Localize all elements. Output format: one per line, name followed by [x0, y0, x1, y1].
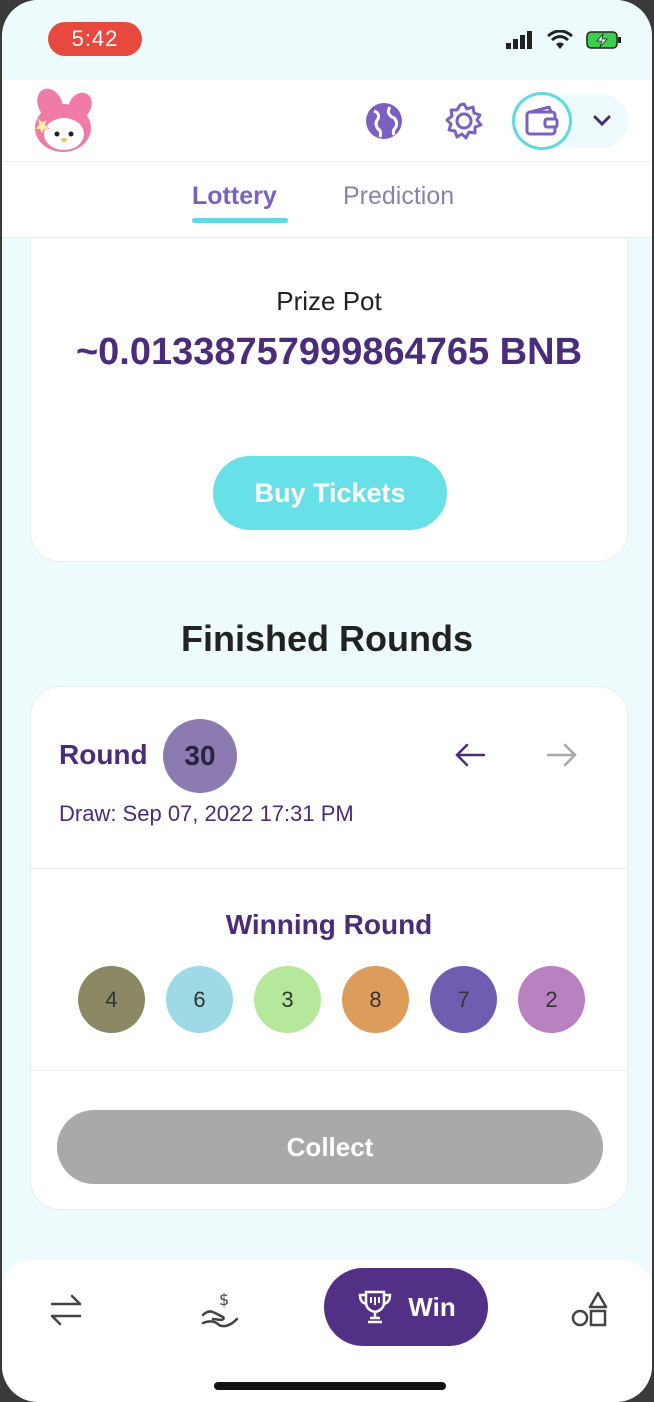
prize-pot-card: Prize Pot ~0.01338757999864765 BNB Buy T…: [30, 210, 628, 562]
my-melody-logo[interactable]: [28, 88, 98, 154]
divider: [31, 868, 627, 869]
status-time: 5:42: [48, 22, 142, 56]
prize-pot-value: ~0.01338757999864765 BNB: [75, 331, 583, 373]
draw-date: Draw: Sep 07, 2022 17:31 PM: [59, 801, 354, 826]
swap-icon[interactable]: [44, 1288, 88, 1332]
winning-round-title: Winning Round: [225, 909, 433, 940]
winning-ball: 3: [254, 966, 321, 1033]
divider: [31, 1070, 627, 1071]
status-icons: [506, 30, 622, 50]
winning-ball: 8: [342, 966, 409, 1033]
wallet-icon: [525, 106, 559, 136]
battery-charging-icon: [586, 31, 621, 49]
tab-lottery[interactable]: Lottery: [192, 182, 277, 211]
shapes-icon[interactable]: [568, 1288, 612, 1332]
tab-prediction[interactable]: Prediction: [343, 182, 454, 211]
finished-round-card: Round 30 Draw: Sep 07, 2022 17:31 PM Win…: [30, 686, 628, 1210]
winning-ball: 4: [78, 966, 145, 1033]
prize-pot-label: Prize Pot: [276, 286, 382, 316]
app-header: [2, 80, 652, 162]
arrow-right-icon[interactable]: [544, 737, 580, 773]
wallet-dropdown[interactable]: [510, 92, 628, 150]
phone-screen: 5:42 Prize Pot ~0.01338757999864765 BNB …: [2, 0, 652, 1402]
bottom-nav: $ Win: [2, 1260, 652, 1402]
win-nav-button[interactable]: Win: [324, 1268, 488, 1346]
winning-numbers: 4 6 3 8 7 2: [78, 966, 585, 1033]
win-nav-label: Win: [408, 1291, 456, 1322]
wifi-icon: [547, 30, 573, 49]
globe-icon[interactable]: [363, 100, 405, 142]
chevron-down-icon[interactable]: [590, 109, 614, 133]
winning-ball: 2: [518, 966, 585, 1033]
trophy-icon: [359, 1290, 392, 1324]
gear-icon[interactable]: [443, 100, 485, 142]
round-label: Round: [59, 739, 148, 770]
svg-text:$: $: [219, 1290, 229, 1309]
signal-icon: [506, 31, 532, 49]
winning-ball: 7: [430, 966, 497, 1033]
status-bar: 5:42: [2, 0, 652, 80]
finished-rounds-title: Finished Rounds: [181, 618, 473, 659]
home-indicator: [214, 1382, 446, 1390]
collect-button[interactable]: Collect: [57, 1110, 603, 1184]
round-number-badge[interactable]: 30: [163, 719, 237, 793]
tab-bar: Lottery Prediction: [2, 162, 652, 238]
winning-ball: 6: [166, 966, 233, 1033]
earn-icon[interactable]: $: [198, 1288, 242, 1332]
wallet-button[interactable]: [512, 92, 572, 150]
buy-tickets-button[interactable]: Buy Tickets: [213, 456, 447, 530]
tab-active-indicator: [192, 218, 288, 223]
arrow-left-icon[interactable]: [452, 737, 488, 773]
